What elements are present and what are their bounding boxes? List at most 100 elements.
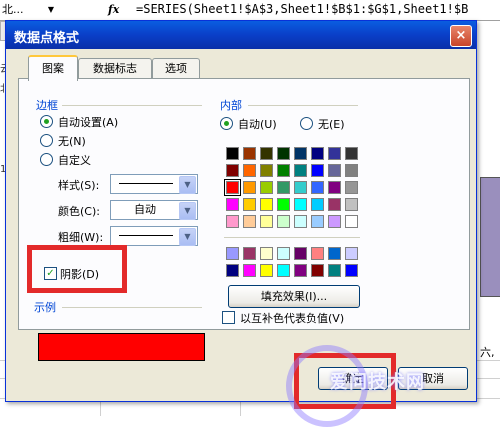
color-swatch[interactable] bbox=[260, 164, 273, 177]
color-swatch[interactable] bbox=[345, 264, 358, 277]
color-swatch[interactable] bbox=[328, 147, 341, 160]
line-weight-sample bbox=[119, 235, 173, 236]
color-swatch[interactable] bbox=[311, 247, 324, 260]
color-swatch[interactable] bbox=[243, 247, 256, 260]
dialog-title: 数据点格式 bbox=[14, 31, 80, 46]
color-swatch[interactable] bbox=[294, 198, 307, 211]
color-swatch[interactable] bbox=[345, 147, 358, 160]
color-swatch[interactable] bbox=[328, 164, 341, 177]
color-swatch[interactable] bbox=[243, 181, 256, 194]
color-swatch[interactable] bbox=[243, 164, 256, 177]
border-style-select[interactable]: ▼ bbox=[110, 174, 198, 194]
color-swatch[interactable] bbox=[294, 247, 307, 260]
name-box-dropdown-icon[interactable]: ▼ bbox=[46, 2, 56, 17]
color-swatch[interactable] bbox=[224, 179, 241, 196]
color-swatch[interactable] bbox=[345, 164, 358, 177]
formula-bar: 北... ▼ fx =SERIES(Sheet1!$A$3,Sheet1!$B$… bbox=[0, 0, 500, 21]
color-swatch[interactable] bbox=[345, 247, 358, 260]
border-auto-radio[interactable] bbox=[40, 115, 53, 128]
shadow-checkbox[interactable]: ✓ bbox=[44, 267, 57, 280]
tab-options[interactable]: 选项 bbox=[152, 58, 200, 79]
tab-data-labels[interactable]: 数据标志 bbox=[78, 58, 152, 79]
border-custom-label[interactable]: 自定义 bbox=[58, 152, 91, 168]
chevron-down-icon[interactable]: ▼ bbox=[179, 176, 196, 194]
formula-input[interactable]: =SERIES(Sheet1!$A$3,Sheet1!$B$1:$G$1,She… bbox=[136, 1, 468, 18]
color-swatch[interactable] bbox=[260, 215, 273, 228]
color-swatch[interactable] bbox=[294, 147, 307, 160]
color-swatch[interactable] bbox=[260, 247, 273, 260]
color-swatch[interactable] bbox=[226, 247, 239, 260]
chart-bar[interactable] bbox=[480, 177, 500, 297]
color-swatch[interactable] bbox=[260, 181, 273, 194]
group-divider bbox=[62, 105, 202, 106]
border-weight-label: 粗细(W): bbox=[58, 231, 104, 244]
color-swatch[interactable] bbox=[226, 198, 239, 211]
color-swatch[interactable] bbox=[260, 264, 273, 277]
color-swatch[interactable] bbox=[260, 198, 273, 211]
color-swatch[interactable] bbox=[328, 198, 341, 211]
border-auto-label[interactable]: 自动设置(A) bbox=[58, 114, 118, 130]
color-swatch[interactable] bbox=[277, 147, 290, 160]
name-box[interactable]: 北... bbox=[0, 1, 46, 18]
color-swatch[interactable] bbox=[277, 247, 290, 260]
color-swatch[interactable] bbox=[277, 264, 290, 277]
color-swatch[interactable] bbox=[243, 264, 256, 277]
color-swatch[interactable] bbox=[277, 215, 290, 228]
fx-icon[interactable]: fx bbox=[108, 1, 126, 18]
area-group-label: 内部 bbox=[220, 99, 242, 112]
chevron-down-icon[interactable]: ▼ bbox=[179, 202, 196, 220]
color-swatch[interactable] bbox=[260, 147, 273, 160]
color-swatch[interactable] bbox=[345, 181, 358, 194]
border-style-label: 样式(S): bbox=[58, 179, 100, 192]
area-auto-radio[interactable] bbox=[220, 117, 233, 130]
color-swatch[interactable] bbox=[311, 181, 324, 194]
group-divider bbox=[248, 105, 358, 106]
color-swatch[interactable] bbox=[226, 264, 239, 277]
tab-patterns[interactable]: 图案 bbox=[28, 55, 78, 81]
color-swatch[interactable] bbox=[311, 264, 324, 277]
format-data-point-dialog: 数据点格式 × 图案 数据标志 选项 边框 自动设置(A) 无(N) 自定义 样… bbox=[5, 20, 477, 402]
invert-negative-label[interactable]: 以互补色代表负值(V) bbox=[240, 310, 344, 326]
color-swatch[interactable] bbox=[328, 264, 341, 277]
shadow-label[interactable]: 阴影(D) bbox=[60, 266, 99, 282]
border-weight-select[interactable]: ▼ bbox=[110, 226, 198, 246]
color-swatch[interactable] bbox=[226, 164, 239, 177]
color-swatch[interactable] bbox=[345, 215, 358, 228]
watermark-text: 爱问技术网 bbox=[330, 372, 425, 393]
color-swatch[interactable] bbox=[243, 147, 256, 160]
color-swatch[interactable] bbox=[294, 181, 307, 194]
color-swatch[interactable] bbox=[311, 198, 324, 211]
border-none-label[interactable]: 无(N) bbox=[58, 133, 86, 149]
color-swatch[interactable] bbox=[277, 164, 290, 177]
invert-negative-checkbox[interactable] bbox=[222, 311, 235, 324]
color-swatch[interactable] bbox=[243, 215, 256, 228]
color-swatch[interactable] bbox=[294, 215, 307, 228]
color-swatch[interactable] bbox=[294, 264, 307, 277]
dialog-titlebar[interactable]: 数据点格式 × bbox=[6, 21, 476, 49]
border-none-radio[interactable] bbox=[40, 134, 53, 147]
fill-effects-button[interactable]: 填充效果(I)... bbox=[228, 285, 360, 308]
sample-group-label: 示例 bbox=[34, 301, 56, 314]
color-swatch[interactable] bbox=[311, 147, 324, 160]
color-swatch[interactable] bbox=[311, 164, 324, 177]
color-swatch[interactable] bbox=[226, 215, 239, 228]
color-swatch[interactable] bbox=[243, 198, 256, 211]
border-color-select[interactable]: 自动 ▼ bbox=[110, 200, 198, 220]
color-swatch[interactable] bbox=[226, 147, 239, 160]
chevron-down-icon[interactable]: ▼ bbox=[179, 228, 196, 246]
border-color-value: 自动 bbox=[134, 203, 156, 216]
chart-category-label: 六, bbox=[480, 346, 495, 359]
border-custom-radio[interactable] bbox=[40, 153, 53, 166]
color-swatch[interactable] bbox=[328, 215, 341, 228]
area-none-label[interactable]: 无(E) bbox=[318, 116, 345, 132]
color-swatch[interactable] bbox=[328, 181, 341, 194]
color-swatch[interactable] bbox=[277, 181, 290, 194]
area-auto-label[interactable]: 自动(U) bbox=[238, 116, 277, 132]
color-swatch[interactable] bbox=[345, 198, 358, 211]
color-swatch[interactable] bbox=[277, 198, 290, 211]
area-none-radio[interactable] bbox=[300, 117, 313, 130]
close-button[interactable]: × bbox=[450, 25, 472, 47]
color-swatch[interactable] bbox=[294, 164, 307, 177]
color-swatch[interactable] bbox=[311, 215, 324, 228]
color-swatch[interactable] bbox=[328, 247, 341, 260]
